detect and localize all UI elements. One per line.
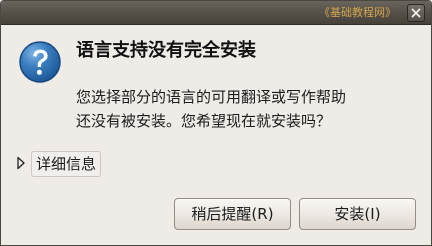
close-button[interactable]: [407, 4, 425, 22]
question-icon: [19, 41, 61, 83]
dialog-message: 您选择部分的语言的可用翻译或写作帮助 还没有被安装。您希望现在就安装吗？: [76, 85, 421, 133]
message-line-2: 还没有被安装。您希望现在就安装吗？: [76, 112, 332, 130]
title-bar[interactable]: 《基础教程网》: [1, 1, 431, 25]
install-button[interactable]: 安装(I): [299, 198, 416, 230]
remind-later-button[interactable]: 稍后提醒(R): [174, 198, 291, 230]
message-line-1: 您选择部分的语言的可用翻译或写作帮助: [76, 88, 347, 106]
details-expander[interactable]: 详细信息: [15, 149, 115, 177]
dialog-content: 语言支持没有完全安装 您选择部分的语言的可用翻译或写作帮助 还没有被安装。您希望…: [1, 25, 431, 245]
dialog-window: 《基础教程网》 语言支持没有完全安装 您选择部分的语言的可用翻译或写作帮助 还没…: [0, 0, 432, 246]
close-icon: [411, 8, 421, 18]
window-title: 《基础教程网》: [319, 6, 396, 19]
triangle-right-icon: [17, 156, 25, 170]
details-label: 详细信息: [31, 151, 102, 177]
dialog-heading: 语言支持没有完全安装: [76, 40, 256, 61]
